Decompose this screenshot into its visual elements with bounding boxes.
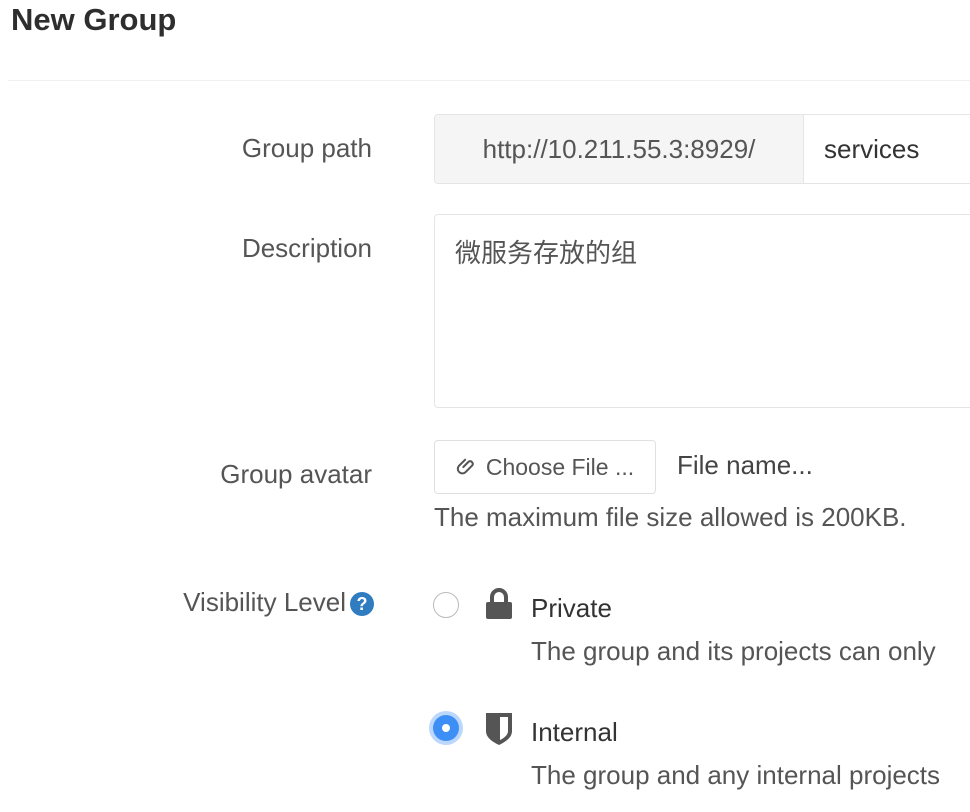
description-textarea[interactable]: 微服务存放的组 bbox=[434, 214, 970, 408]
group-path-field: http://10.211.55.3:8929/ services bbox=[434, 114, 970, 184]
group-avatar-label: Group avatar bbox=[220, 459, 372, 489]
radio-internal[interactable] bbox=[433, 715, 459, 741]
question-circle-icon[interactable]: ? bbox=[350, 592, 374, 617]
description-label: Description bbox=[241, 233, 372, 263]
avatar-help-text: The maximum file size allowed is 200KB. bbox=[434, 502, 907, 532]
visibility-level-label: Visibility Level? bbox=[183, 587, 374, 618]
divider bbox=[8, 80, 970, 81]
internal-description: The group and any internal projects bbox=[531, 760, 941, 790]
choose-file-button[interactable]: Choose File ... bbox=[434, 440, 656, 494]
group-path-label: Group path bbox=[241, 133, 372, 163]
group-path-prefix: http://10.211.55.3:8929/ bbox=[435, 115, 804, 183]
group-path-input[interactable]: services bbox=[804, 115, 970, 183]
visibility-level-text: Visibility Level bbox=[183, 587, 346, 617]
private-description: The group and its projects can only bbox=[531, 636, 936, 666]
page-title: New Group bbox=[11, 2, 177, 37]
private-label[interactable]: Private bbox=[531, 593, 612, 624]
paperclip-icon bbox=[456, 458, 474, 475]
shield-icon bbox=[486, 713, 512, 745]
internal-label[interactable]: Internal bbox=[531, 717, 618, 748]
radio-private[interactable] bbox=[433, 592, 459, 618]
lock-icon bbox=[486, 588, 512, 619]
file-name-text: File name... bbox=[677, 450, 813, 480]
choose-file-label: Choose File ... bbox=[485, 453, 635, 480]
